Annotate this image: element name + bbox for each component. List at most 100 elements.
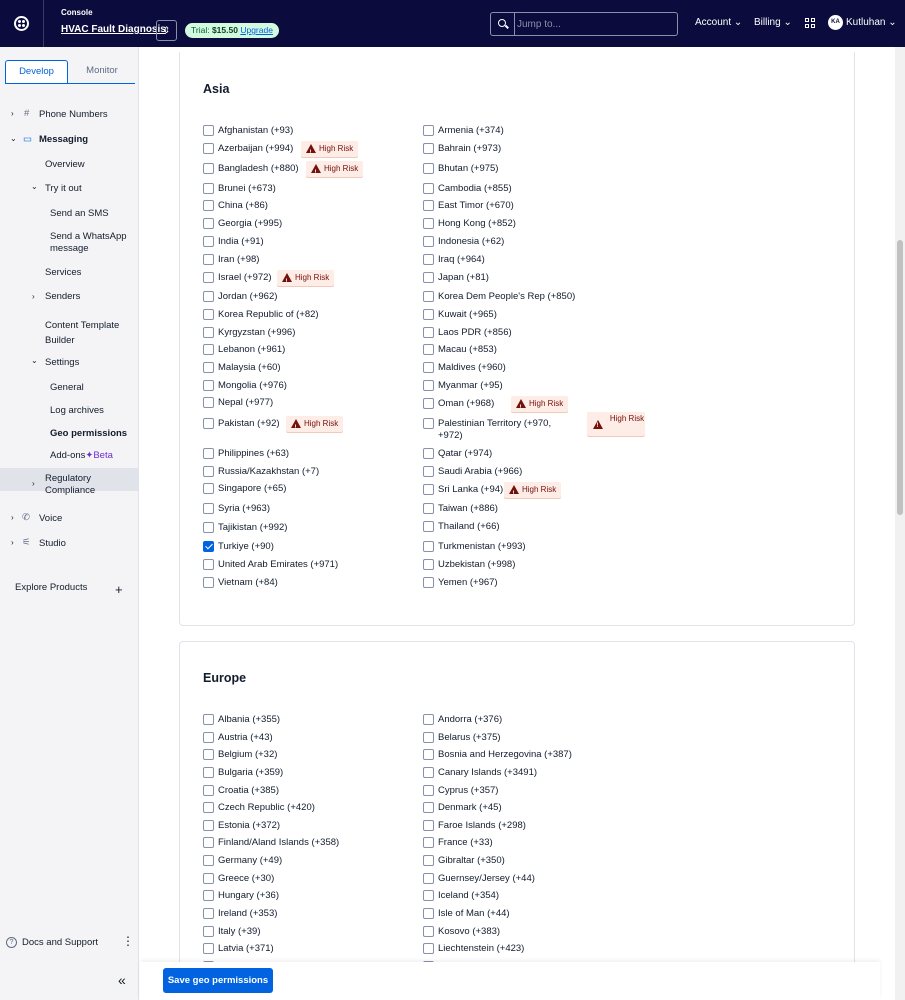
country-label[interactable]: Finland/Aland Islands (+358) [218, 837, 339, 848]
country-label[interactable]: Tajikistan (+992) [218, 522, 287, 533]
country-label[interactable]: Greece (+30) [218, 873, 274, 884]
country-label[interactable]: Russia/Kazakhstan (+7) [218, 466, 319, 477]
country-label[interactable]: Israel (+972) [218, 272, 272, 283]
country-checkbox[interactable] [423, 200, 434, 211]
country-checkbox[interactable] [203, 943, 214, 954]
country-label[interactable]: Cyprus (+357) [438, 785, 498, 796]
country-label[interactable]: Malaysia (+60) [218, 362, 281, 373]
country-checkbox[interactable] [203, 309, 214, 320]
country-label[interactable]: France (+33) [438, 837, 493, 848]
country-checkbox[interactable] [203, 291, 214, 302]
country-label[interactable]: Belgium (+32) [218, 749, 277, 760]
chevron-right-icon[interactable]: › [11, 513, 14, 522]
sidebar-item-settings[interactable]: Settings [45, 357, 79, 369]
country-checkbox[interactable] [423, 362, 434, 373]
country-label[interactable]: Afghanistan (+93) [218, 125, 293, 136]
app-grid-icon[interactable] [805, 18, 816, 29]
country-checkbox[interactable] [423, 521, 434, 532]
jump-to-search[interactable] [490, 12, 678, 36]
country-label[interactable]: United Arab Emirates (+971) [218, 559, 338, 570]
country-checkbox[interactable] [423, 908, 434, 919]
collapse-sidebar-icon[interactable]: « [118, 972, 126, 988]
country-label[interactable]: Palestinian Territory (+970, +972) [438, 418, 573, 442]
country-checkbox[interactable] [203, 125, 214, 136]
country-checkbox[interactable] [203, 466, 214, 477]
chevron-down-icon[interactable]: ⌄ [31, 356, 38, 365]
project-name-link[interactable]: HVAC Fault Diagnosis [61, 24, 166, 35]
chevron-down-icon[interactable]: ⌄ [10, 134, 17, 143]
country-label[interactable]: Hungary (+36) [218, 890, 279, 901]
country-checkbox[interactable] [423, 484, 434, 495]
country-label[interactable]: Latvia (+371) [218, 943, 274, 954]
sidebar-item-send-whatsapp[interactable]: Send a WhatsApp message [50, 231, 134, 255]
country-checkbox[interactable] [423, 398, 434, 409]
country-checkbox[interactable] [423, 236, 434, 247]
country-checkbox[interactable] [203, 448, 214, 459]
sidebar-item-log-archives[interactable]: Log archives [50, 405, 104, 417]
country-checkbox[interactable] [203, 908, 214, 919]
country-label[interactable]: Guernsey/Jersey (+44) [438, 873, 535, 884]
country-label[interactable]: Brunei (+673) [218, 183, 276, 194]
country-label[interactable]: Maldives (+960) [438, 362, 506, 373]
country-label[interactable]: Isle of Man (+44) [438, 908, 510, 919]
country-checkbox[interactable] [203, 272, 214, 283]
sidebar-item-overview[interactable]: Overview [45, 159, 85, 171]
country-label[interactable]: Korea Dem People's Rep (+850) [438, 291, 575, 302]
country-checkbox[interactable] [423, 749, 434, 760]
country-checkbox[interactable] [203, 183, 214, 194]
country-label[interactable]: Germany (+49) [218, 855, 282, 866]
country-checkbox[interactable] [423, 309, 434, 320]
country-label[interactable]: Ireland (+353) [218, 908, 277, 919]
sidebar-item-content-template-builder[interactable]: Content Template Builder [45, 318, 129, 348]
country-checkbox[interactable] [423, 183, 434, 194]
country-checkbox[interactable] [423, 466, 434, 477]
country-label[interactable]: Albania (+355) [218, 714, 280, 725]
country-checkbox[interactable] [423, 143, 434, 154]
user-menu[interactable]: Kutluhan ⌄ [846, 17, 897, 28]
scrollbar-track[interactable] [895, 47, 905, 1000]
country-checkbox[interactable] [423, 767, 434, 778]
sidebar-item-regulatory-compliance[interactable]: Regulatory Compliance [45, 473, 125, 497]
country-label[interactable]: Bahrain (+973) [438, 143, 501, 154]
country-checkbox[interactable] [203, 380, 214, 391]
docs-and-support-link[interactable]: Docs and Support [22, 937, 98, 949]
country-checkbox[interactable] [423, 926, 434, 937]
sidebar-item-geo-permissions[interactable]: Geo permissions [50, 428, 127, 440]
country-label[interactable]: Belarus (+375) [438, 732, 501, 743]
chevron-down-icon[interactable]: ⌄ [31, 182, 38, 191]
sidebar-item-studio[interactable]: Studio [39, 538, 66, 550]
country-checkbox[interactable] [423, 820, 434, 831]
country-label[interactable]: Vietnam (+84) [218, 577, 278, 588]
country-label[interactable]: Faroe Islands (+298) [438, 820, 526, 831]
country-label[interactable]: Gibraltar (+350) [438, 855, 505, 866]
country-checkbox[interactable] [423, 541, 434, 552]
sidebar-item-messaging[interactable]: Messaging [39, 134, 88, 146]
country-checkbox[interactable] [423, 559, 434, 570]
country-checkbox[interactable] [423, 802, 434, 813]
country-label[interactable]: India (+91) [218, 236, 264, 247]
country-label[interactable]: East Timor (+670) [438, 200, 514, 211]
country-checkbox[interactable] [203, 503, 214, 514]
country-label[interactable]: Kuwait (+965) [438, 309, 497, 320]
country-checkbox[interactable] [203, 837, 214, 848]
jump-to-input[interactable] [517, 15, 672, 33]
country-label[interactable]: Iran (+98) [218, 254, 259, 265]
country-checkbox[interactable] [203, 200, 214, 211]
country-checkbox[interactable] [203, 785, 214, 796]
country-label[interactable]: Mongolia (+976) [218, 380, 287, 391]
country-label[interactable]: Macau (+853) [438, 344, 497, 355]
country-checkbox[interactable] [423, 344, 434, 355]
country-checkbox[interactable] [203, 767, 214, 778]
chevron-right-icon[interactable]: › [32, 292, 35, 301]
sidebar-item-phone-numbers[interactable]: Phone Numbers [39, 109, 108, 121]
project-switcher-button[interactable]: ⇕ [156, 20, 177, 41]
country-label[interactable]: Yemen (+967) [438, 577, 498, 588]
upgrade-link[interactable]: Upgrade [240, 25, 273, 35]
country-checkbox[interactable] [203, 418, 214, 429]
country-label[interactable]: Iceland (+354) [438, 890, 499, 901]
country-checkbox[interactable] [423, 873, 434, 884]
country-checkbox[interactable] [423, 890, 434, 901]
country-label[interactable]: Turkiye (+90) [218, 541, 274, 552]
avatar[interactable]: KA [828, 15, 843, 30]
scrollbar-thumb[interactable] [897, 240, 903, 515]
